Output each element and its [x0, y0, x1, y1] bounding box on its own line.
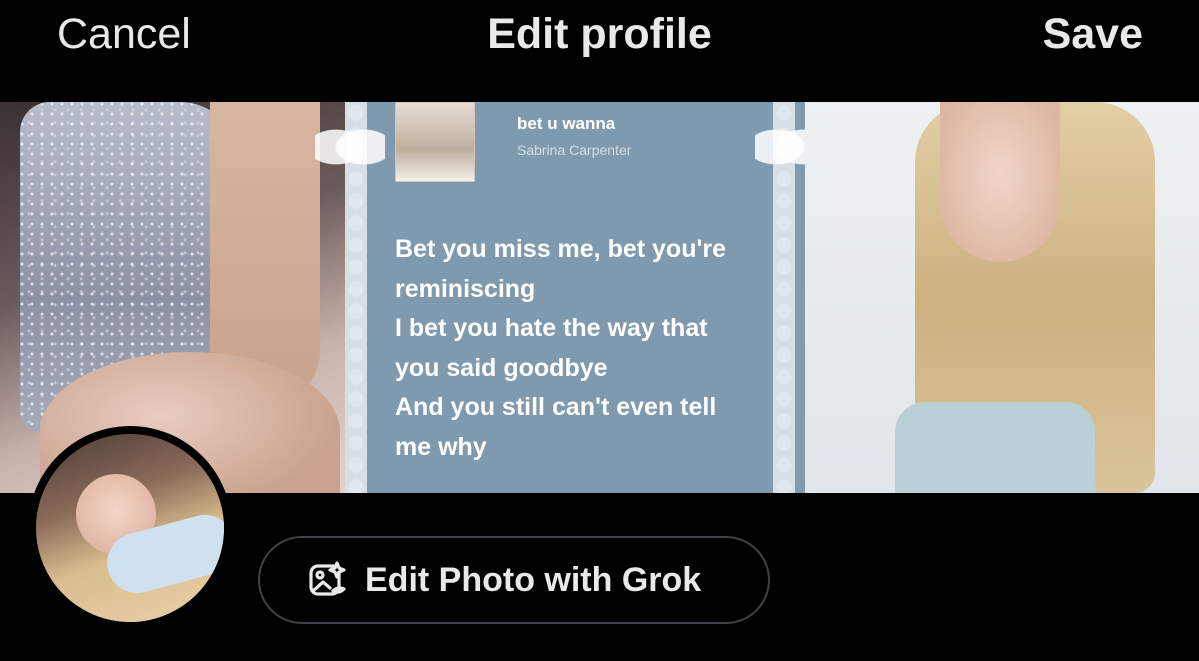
lyric-line: me why — [395, 432, 487, 461]
lyric-line: I bet you hate the way that — [395, 314, 708, 342]
profile-avatar[interactable] — [28, 426, 232, 630]
edit-photo-label: Edit Photo with Grok — [365, 560, 702, 599]
banner-photo-right — [805, 102, 1199, 493]
edit-photo-with-grok-button[interactable]: Edit Photo with Grok — [258, 536, 770, 624]
avatar-photo — [36, 434, 224, 622]
dress-image — [895, 402, 1095, 493]
lyric-line: reminiscing — [395, 274, 536, 303]
album-art — [395, 102, 475, 182]
lyric-line: Bet you miss me, bet you're — [395, 235, 727, 263]
lyric-line: And you still can't even tell — [395, 393, 717, 421]
bow-decoration-left — [315, 117, 385, 177]
song-artist: Sabrina Carpenter — [517, 142, 632, 158]
image-sparkle-icon — [306, 558, 350, 602]
lyrics-block: Bet you miss me, bet you're reminiscing … — [395, 230, 775, 467]
top-bar: Cancel Edit profile Save — [0, 0, 1199, 102]
save-button[interactable]: Save — [1043, 10, 1143, 59]
face-image — [940, 102, 1060, 262]
page-title: Edit profile — [487, 10, 712, 58]
header-banner-image[interactable]: bet u wanna Sabrina Carpenter Bet you mi… — [0, 102, 1199, 493]
song-title: bet u wanna — [517, 114, 616, 133]
lyric-line: you said goodbye — [395, 353, 608, 382]
banner-lyrics-panel: bet u wanna Sabrina Carpenter Bet you mi… — [315, 102, 825, 493]
